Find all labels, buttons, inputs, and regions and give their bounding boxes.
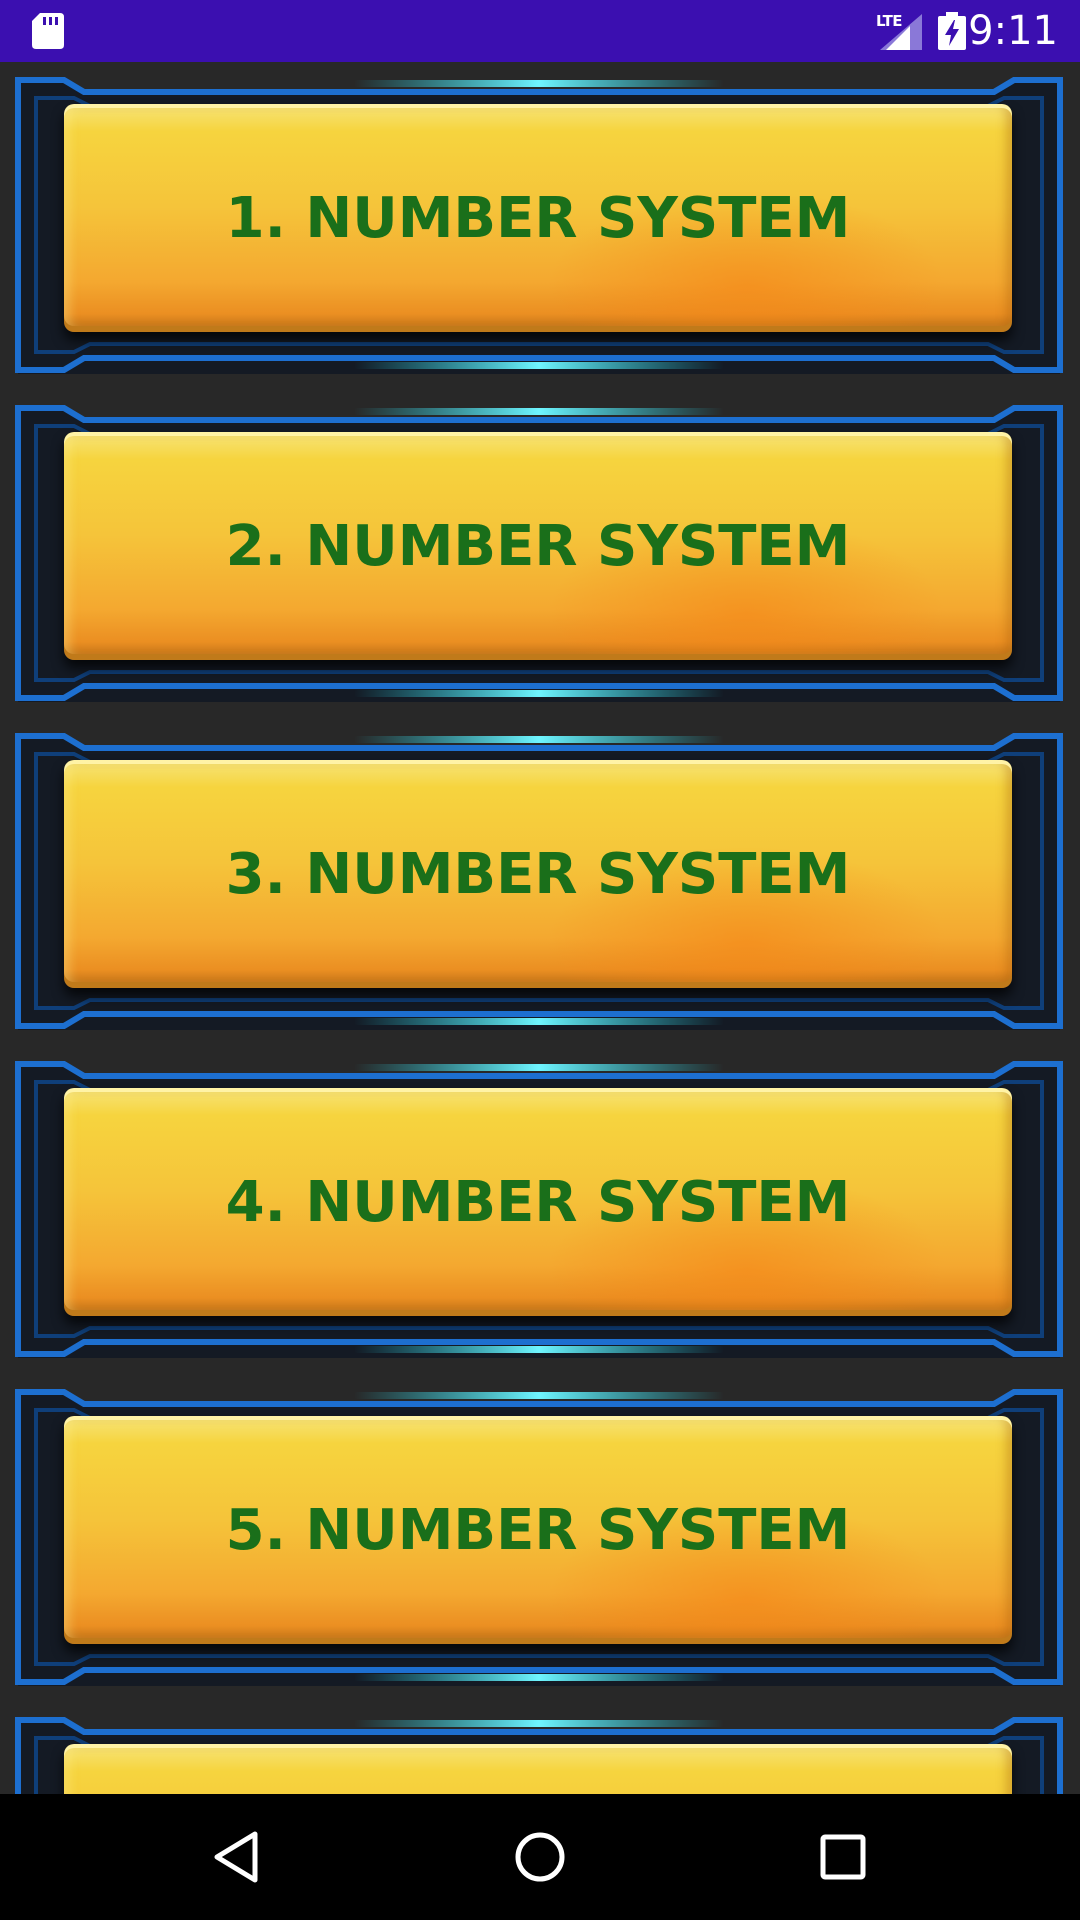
back-button[interactable]: [176, 1794, 296, 1920]
menu-tile: 2. NUMBER SYSTEM: [14, 402, 1064, 702]
sd-card-icon: [32, 13, 64, 49]
menu-item-button-5[interactable]: 5. NUMBER SYSTEM: [64, 1416, 1012, 1644]
signal-icon: [880, 14, 922, 50]
recents-icon: [820, 1834, 866, 1880]
menu-list[interactable]: 1. NUMBER SYSTEM 2. NUMBER SYSTEM 3. NUM…: [0, 62, 1080, 1794]
menu-item-button-6[interactable]: [64, 1744, 1012, 1794]
menu-item-button-2[interactable]: 2. NUMBER SYSTEM: [64, 432, 1012, 660]
menu-tile: 5. NUMBER SYSTEM: [14, 1386, 1064, 1686]
menu-item-button-1[interactable]: 1. NUMBER SYSTEM: [64, 104, 1012, 332]
menu-item-label: 2. NUMBER SYSTEM: [225, 513, 851, 579]
recents-button[interactable]: [783, 1794, 903, 1920]
navigation-bar: [0, 1794, 1080, 1920]
clock: 9:11: [968, 8, 1058, 54]
menu-tile: 3. NUMBER SYSTEM: [14, 730, 1064, 1030]
home-button[interactable]: [480, 1794, 600, 1920]
menu-item-button-4[interactable]: 4. NUMBER SYSTEM: [64, 1088, 1012, 1316]
menu-tile: 1. NUMBER SYSTEM: [14, 74, 1064, 374]
home-icon: [515, 1832, 565, 1882]
menu-item-button-3[interactable]: 3. NUMBER SYSTEM: [64, 760, 1012, 988]
menu-tile: [14, 1714, 1064, 1794]
menu-item-label: 5. NUMBER SYSTEM: [225, 1497, 851, 1563]
menu-item-label: 3. NUMBER SYSTEM: [225, 841, 851, 907]
status-bar: LTE 9:11: [0, 0, 1080, 62]
menu-tile: 4. NUMBER SYSTEM: [14, 1058, 1064, 1358]
battery-charging-icon: [938, 12, 966, 50]
back-icon: [214, 1831, 258, 1883]
menu-item-label: 1. NUMBER SYSTEM: [225, 185, 851, 251]
menu-item-label: 4. NUMBER SYSTEM: [225, 1169, 851, 1235]
